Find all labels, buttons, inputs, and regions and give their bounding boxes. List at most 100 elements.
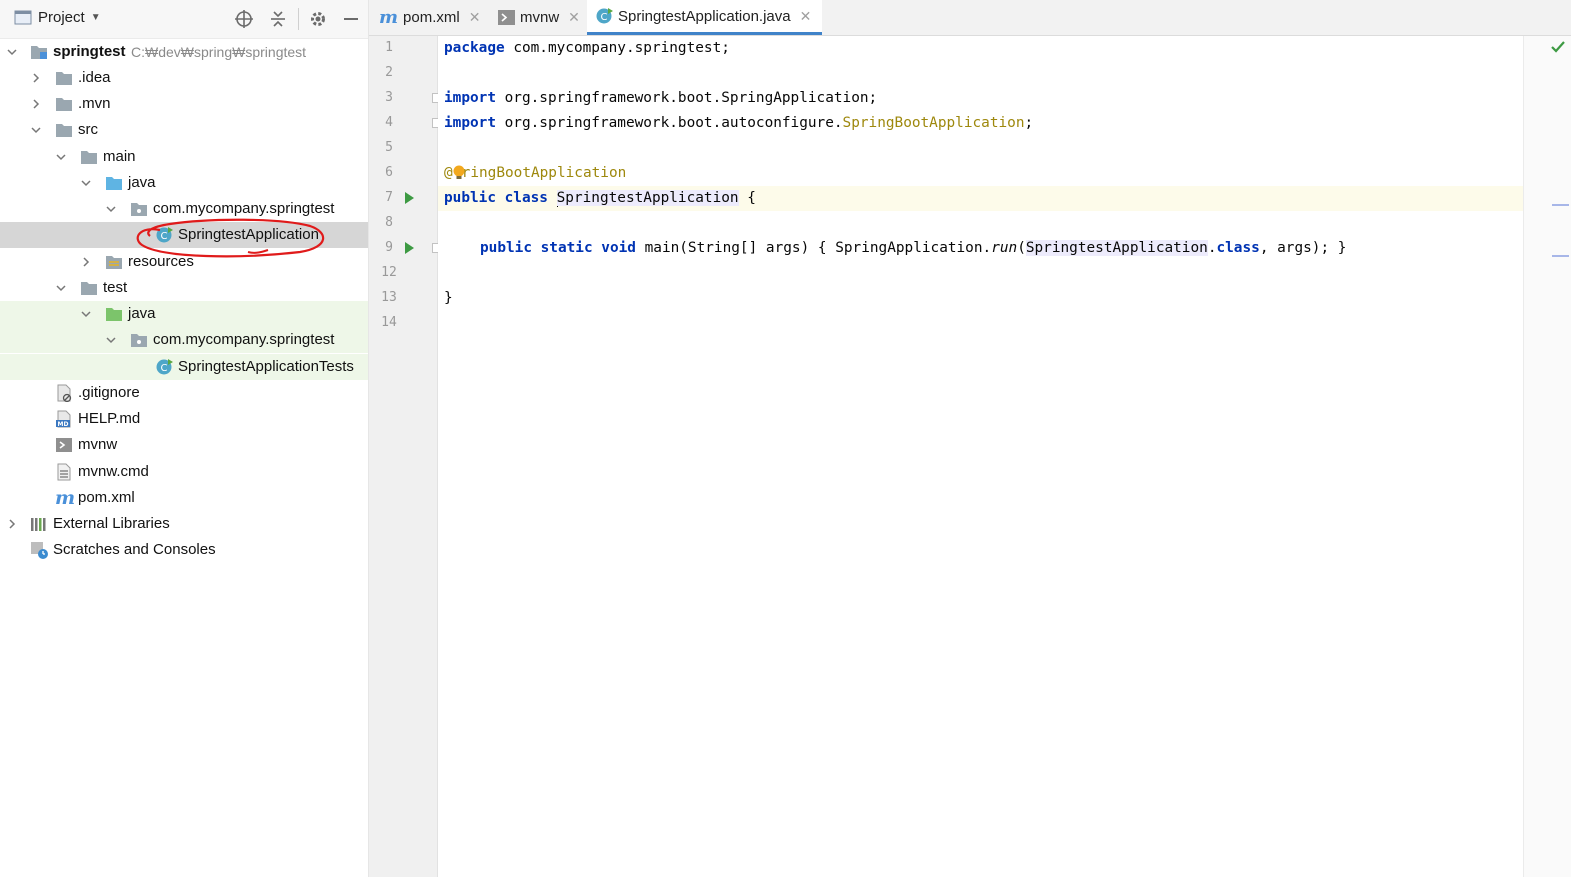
tab-label: pom.xml	[403, 9, 460, 26]
tree-item-label: mvnw	[78, 436, 118, 453]
chevron-down-icon: ▼	[90, 12, 101, 23]
minimize-icon[interactable]	[341, 9, 361, 29]
tree-item-scratches[interactable]: Scratches and Consoles	[0, 537, 368, 563]
tree-item-mvnw-cmd[interactable]: mvnw.cmd	[0, 459, 368, 485]
chevron-down-icon[interactable]	[55, 144, 67, 170]
run-gutter-icon[interactable]	[405, 192, 414, 204]
close-icon[interactable]: ✕	[800, 8, 812, 25]
run-gutter-icon[interactable]	[405, 242, 414, 254]
tree-item-label: com.mycompany.springtest	[153, 331, 335, 348]
tree-item-main-java[interactable]: java	[0, 170, 368, 196]
folder-icon	[56, 72, 72, 85]
line-number: 9	[385, 240, 393, 255]
project-panel: Project ▼ springtest C:₩dev₩spring₩sprin…	[0, 0, 369, 877]
svg-text:C: C	[161, 231, 168, 242]
code-editor[interactable]: package com.mycompany.springtest; import…	[438, 36, 1571, 877]
tree-item-mvnw[interactable]: mvnw	[0, 432, 368, 458]
chevron-down-icon[interactable]	[55, 275, 67, 301]
tree-item-idea[interactable]: .idea	[0, 65, 368, 91]
tree-item-help-md[interactable]: MD HELP.md	[0, 406, 368, 432]
project-toolbar: Project ▼	[0, 0, 368, 39]
terminal-file-icon	[56, 438, 72, 452]
usage-marker[interactable]	[1552, 255, 1569, 257]
code-text: com.mycompany.springtest;	[504, 40, 730, 56]
line-number: 13	[381, 290, 397, 305]
tree-item-springtest-application[interactable]: C SpringtestApplication	[0, 222, 368, 248]
maven-icon: m	[379, 7, 399, 28]
resources-folder-icon	[106, 256, 122, 269]
chevron-right-icon[interactable]	[6, 511, 18, 537]
tree-item-label: com.mycompany.springtest	[153, 200, 335, 217]
tab-pom-xml[interactable]: m pom.xml ✕	[371, 0, 488, 35]
usage-marker[interactable]	[1552, 204, 1569, 206]
tree-item-test-package[interactable]: com.mycompany.springtest	[0, 327, 368, 353]
tree-item-test[interactable]: test	[0, 275, 368, 301]
keyword: import	[444, 90, 496, 106]
class-name: SpringtestApplication	[556, 190, 739, 206]
source-folder-icon	[106, 177, 122, 190]
tree-item-label: .gitignore	[78, 384, 140, 401]
module-folder-icon	[31, 46, 47, 59]
code-line-13: }	[444, 286, 453, 311]
tree-item-pom-xml[interactable]: m pom.xml	[0, 485, 368, 511]
chevron-down-icon[interactable]	[105, 196, 117, 222]
project-panel-title: Project	[38, 9, 85, 26]
tree-item-label: External Libraries	[53, 515, 170, 532]
folder-icon	[81, 282, 97, 295]
checkmark-icon[interactable]	[1550, 40, 1566, 54]
tree-item-label: resources	[128, 253, 194, 270]
tree-item-main-package[interactable]: com.mycompany.springtest	[0, 196, 368, 222]
line-number: 8	[385, 215, 393, 230]
chevron-right-icon[interactable]	[30, 91, 42, 117]
chevron-right-icon[interactable]	[30, 65, 42, 91]
line-number: 12	[381, 265, 397, 280]
svg-text:MD: MD	[58, 421, 69, 428]
svg-text:C: C	[161, 363, 168, 374]
markdown-file-icon: MD	[56, 410, 71, 428]
tree-item-test-java[interactable]: java	[0, 301, 368, 327]
tree-item-label: SpringtestApplicationTests	[178, 358, 354, 375]
tree-item-label: main	[103, 148, 136, 165]
keyword: import	[444, 115, 496, 131]
tree-root-springtest[interactable]: springtest C:₩dev₩spring₩springtest	[0, 39, 368, 65]
spring-class-icon: C	[156, 359, 173, 375]
tree-item-external-libraries[interactable]: External Libraries	[0, 511, 368, 537]
line-number: 3	[385, 90, 393, 105]
tab-springtest-application-java[interactable]: C SpringtestApplication.java ✕	[587, 0, 822, 35]
folder-icon	[81, 151, 97, 164]
editor-tab-bar: m pom.xml ✕ mvnw ✕ C SpringtestApplicati…	[369, 0, 1571, 36]
code-text: }	[444, 290, 453, 306]
chevron-right-icon[interactable]	[80, 249, 92, 275]
tree-item-label: .idea	[78, 69, 111, 86]
tree-item-mvn[interactable]: .mvn	[0, 91, 368, 117]
chevron-down-icon[interactable]	[80, 301, 92, 327]
tree-item-resources[interactable]: resources	[0, 249, 368, 275]
package-icon	[131, 203, 147, 216]
chevron-down-icon[interactable]	[6, 39, 18, 65]
keyword: public static void	[480, 240, 636, 256]
chevron-down-icon[interactable]	[80, 170, 92, 196]
chevron-down-icon[interactable]	[105, 327, 117, 353]
test-source-folder-icon	[106, 308, 122, 321]
package-icon	[131, 334, 147, 347]
close-icon[interactable]: ✕	[568, 9, 580, 26]
tree-item-label: Scratches and Consoles	[53, 541, 216, 558]
tree-item-label: java	[128, 174, 156, 191]
gear-icon[interactable]	[308, 9, 328, 29]
project-view-selector[interactable]: Project ▼	[14, 9, 101, 26]
tab-mvnw[interactable]: mvnw ✕	[490, 0, 588, 35]
collapse-all-icon[interactable]	[268, 9, 288, 29]
tree-item-main[interactable]: main	[0, 144, 368, 170]
close-icon[interactable]: ✕	[469, 9, 481, 26]
locate-icon[interactable]	[234, 9, 254, 29]
folder-icon	[56, 124, 72, 137]
chevron-down-icon[interactable]	[30, 117, 42, 143]
tree-item-gitignore[interactable]: .gitignore	[0, 380, 368, 406]
tree-item-label: mvnw.cmd	[78, 463, 149, 480]
editor-error-stripe	[1523, 36, 1571, 877]
project-icon	[14, 10, 32, 25]
tree-item-src[interactable]: src	[0, 117, 368, 143]
code-text: (	[1017, 240, 1026, 256]
code-text: {	[738, 190, 756, 206]
tree-item-springtest-application-tests[interactable]: C SpringtestApplicationTests	[0, 354, 368, 380]
